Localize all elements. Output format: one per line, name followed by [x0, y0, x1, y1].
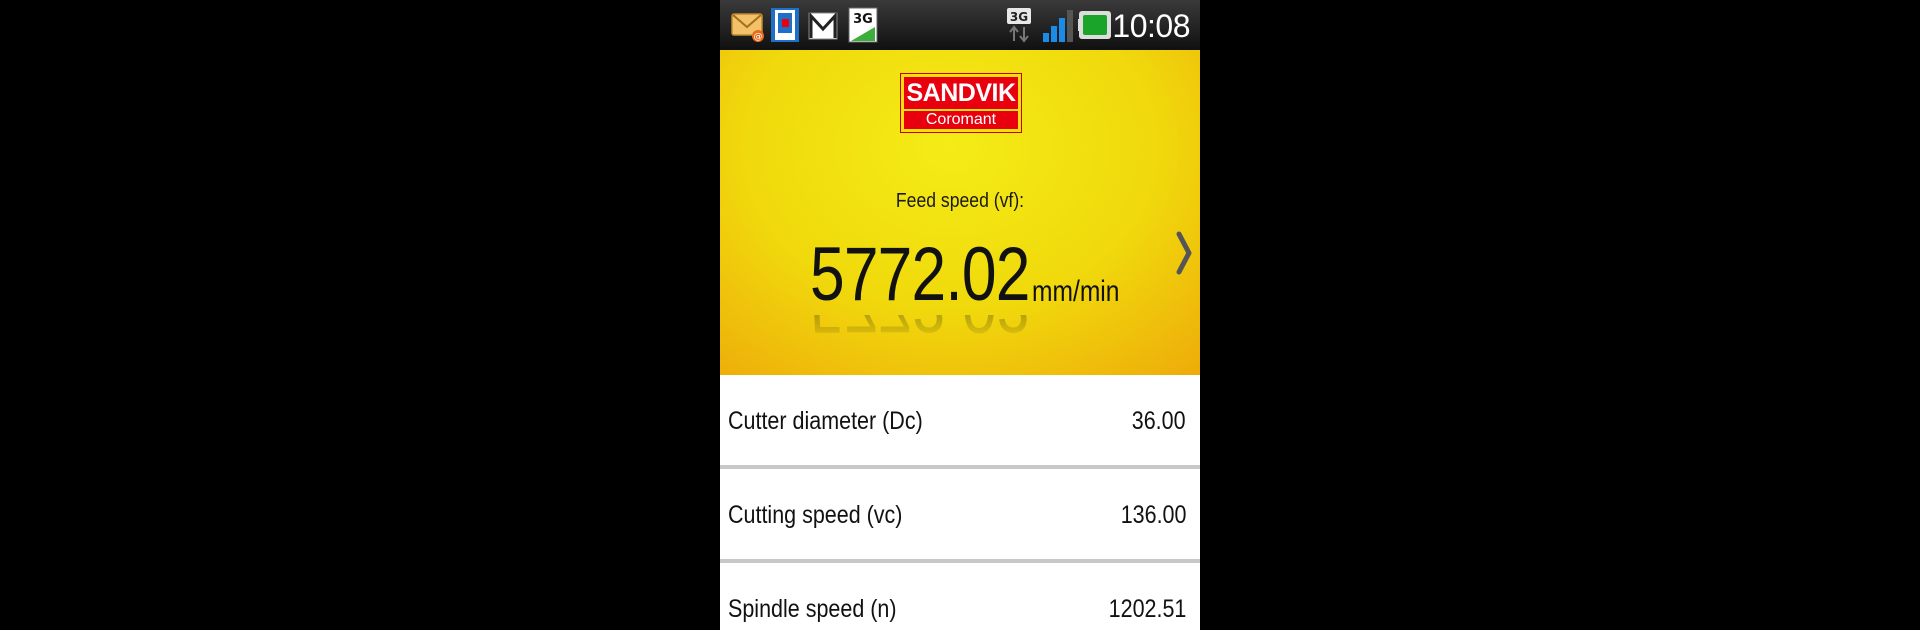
- 3g-data-icon: 3G: [1007, 8, 1031, 43]
- parameter-list: Cutter diameter (Dc) 36.00 Cutting speed…: [720, 375, 1200, 630]
- parameter-label: Spindle speed (n): [728, 595, 897, 623]
- feed-speed-reflection: 5772.02 mm/min: [810, 315, 1130, 345]
- logo-name-top: SANDVIK: [906, 79, 1016, 107]
- parameter-value: 1202.51: [1108, 595, 1186, 623]
- parameter-row-spindle-speed[interactable]: Spindle speed (n) 1202.51: [720, 563, 1200, 630]
- parameter-label: Cutting speed (vc): [728, 501, 903, 529]
- result-header: SANDVIK Coromant Feed speed (vf): 5772.0…: [720, 50, 1200, 375]
- feed-speed-label: Feed speed (vf):: [895, 190, 1025, 212]
- chevron-right-icon[interactable]: [1174, 230, 1194, 276]
- feed-speed-readout: 5772.02 mm/min: [810, 235, 1130, 315]
- mail-icon: @: [731, 13, 764, 42]
- gmail-icon: [808, 12, 838, 40]
- logo-name-bottom: Coromant: [925, 111, 997, 128]
- parameter-row-cutter-diameter[interactable]: Cutter diameter (Dc) 36.00: [720, 375, 1200, 469]
- battery-icon: [1078, 11, 1111, 39]
- sandvik-coromant-logo: SANDVIK Coromant: [900, 73, 1022, 133]
- 3g-notification-icon: 3G: [848, 7, 878, 43]
- status-clock: 10:08: [1112, 8, 1190, 44]
- svg-text:3G: 3G: [853, 12, 873, 27]
- svg-text:3G: 3G: [1010, 10, 1028, 24]
- parameter-value: 36.00: [1132, 407, 1186, 435]
- feed-speed-unit: mm/min: [1032, 275, 1120, 308]
- status-bar: @ 3G 3G 10:08: [720, 0, 1200, 50]
- phone-screen: @ 3G 3G 10:08 SANDVIK Coromant Feed spee…: [720, 0, 1200, 630]
- parameter-label: Cutter diameter (Dc): [728, 407, 923, 435]
- parameter-value: 136.00: [1120, 501, 1186, 529]
- reflection-value: 5772.02: [810, 315, 1030, 345]
- parameter-row-cutting-speed[interactable]: Cutting speed (vc) 136.00: [720, 469, 1200, 563]
- feed-speed-value: 5772.02: [810, 232, 1030, 317]
- app-icon: [771, 8, 799, 42]
- signal-icon: [1043, 10, 1073, 42]
- svg-text:@: @: [754, 32, 763, 42]
